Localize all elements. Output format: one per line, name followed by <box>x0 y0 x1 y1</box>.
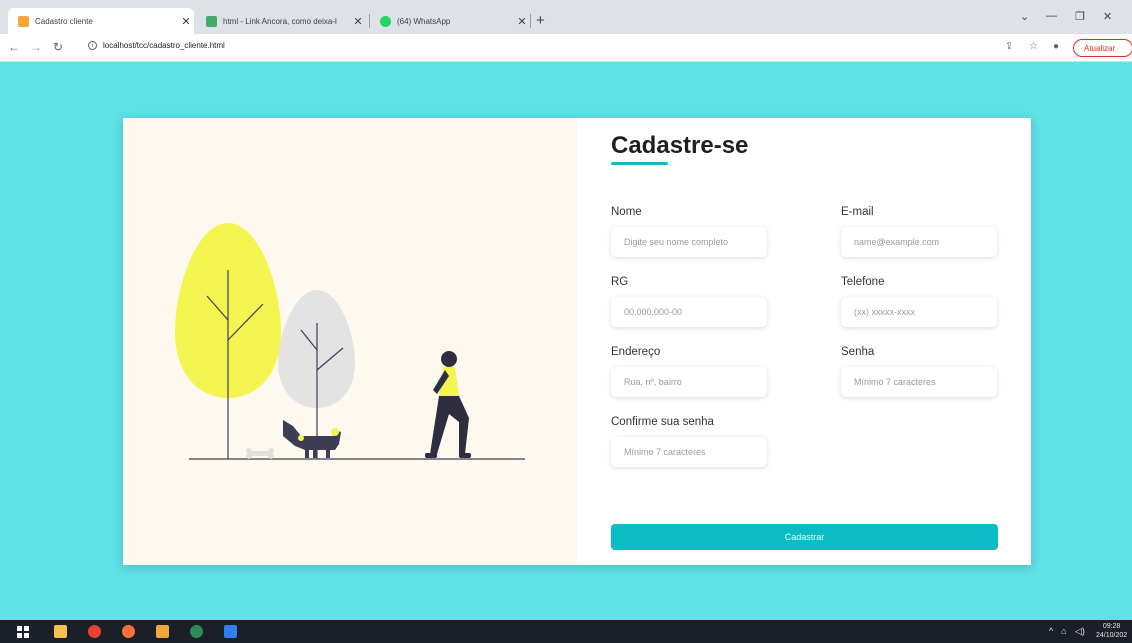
tab-separator <box>530 14 531 28</box>
heidisql-icon[interactable] <box>190 625 203 638</box>
tab-title: html - Link Ancora, como deixa-l <box>223 16 337 26</box>
senha-label: Senha <box>841 346 875 358</box>
url-text: localhost/tcc/cadastro_cliente.html <box>103 41 225 50</box>
share-icon[interactable]: ⇪ <box>1005 41 1013 52</box>
title-underline <box>611 162 668 165</box>
whatsapp-icon <box>380 15 391 27</box>
field-confirme-senha: Confirme sua senha <box>611 416 767 467</box>
info-icon[interactable]: i <box>88 41 97 50</box>
bookmark-star-icon[interactable]: ☆ <box>1029 41 1038 52</box>
endereco-label: Endereço <box>611 346 661 358</box>
signup-card: Cadastre-se Nome E-mail RG Telefone Ende… <box>123 118 1031 565</box>
field-senha: Senha <box>841 346 997 397</box>
email-label: E-mail <box>841 206 874 218</box>
field-email: E-mail <box>841 206 997 257</box>
update-label: Atualizar <box>1084 43 1116 53</box>
volume-icon[interactable]: ◁) <box>1075 626 1085 637</box>
tab-title: Cadastro cliente <box>35 16 93 26</box>
telefone-input[interactable] <box>841 297 997 327</box>
restore-icon[interactable]: ❐ <box>1075 10 1085 23</box>
nome-label: Nome <box>611 206 642 218</box>
tab-favicon-icon <box>206 15 217 27</box>
firefox-icon[interactable] <box>122 625 135 638</box>
xampp-icon[interactable] <box>156 625 169 638</box>
taskbar-clock[interactable]: 09:28 24/10/202 <box>1096 622 1127 640</box>
network-icon[interactable]: ⌂ <box>1061 626 1066 636</box>
field-telefone: Telefone <box>841 276 997 327</box>
url-field[interactable]: i localhost/tcc/cadastro_cliente.html <box>88 41 225 50</box>
tab-cadastro-cliente[interactable]: Cadastro cliente ✕ <box>8 8 194 34</box>
tab-search-chevron-icon[interactable]: ⌄ <box>1020 10 1029 23</box>
senha-input[interactable] <box>841 367 997 397</box>
close-window-icon[interactable]: ✕ <box>1103 10 1112 23</box>
profile-avatar-icon[interactable]: ● <box>1053 41 1059 52</box>
form-title: Cadastre-se <box>611 132 749 159</box>
email-input[interactable] <box>841 227 997 257</box>
clock-time: 09:28 <box>1102 623 1121 630</box>
field-rg: RG <box>611 276 767 327</box>
close-tab-icon[interactable]: ✕ <box>178 15 194 28</box>
rg-input[interactable] <box>611 297 767 327</box>
minimize-icon[interactable]: — <box>1046 10 1057 22</box>
rg-label: RG <box>611 276 629 288</box>
walking-dog-illustration <box>175 223 525 460</box>
new-tab-icon[interactable]: + <box>536 12 545 29</box>
reload-icon[interactable]: ↻ <box>53 40 63 54</box>
tray-chevron-icon[interactable]: ^ <box>1049 626 1053 636</box>
vscode-icon[interactable] <box>224 625 237 638</box>
windows-taskbar: ^ ⌂ ◁) 09:28 24/10/202 <box>0 620 1132 643</box>
endereco-input[interactable] <box>611 367 767 397</box>
tab-favicon-icon <box>18 15 29 27</box>
signup-form: Cadastre-se Nome E-mail RG Telefone Ende… <box>577 118 1031 565</box>
confirme-senha-input[interactable] <box>611 437 767 467</box>
clock-date: 24/10/202 <box>1096 632 1128 639</box>
tab-html-link-ancora[interactable]: html - Link Ancora, como deixa-l ✕ <box>196 8 366 34</box>
close-tab-icon[interactable]: ✕ <box>350 15 366 28</box>
browser-tab-bar: Cadastro cliente ✕ html - Link Ancora, c… <box>0 0 1132 34</box>
forward-icon[interactable]: → <box>30 40 42 54</box>
address-bar-row: ← → ↻ i localhost/tcc/cadastro_cliente.h… <box>0 34 1132 62</box>
tab-title: (64) WhatsApp <box>397 16 451 26</box>
confirme-senha-label: Confirme sua senha <box>611 416 714 428</box>
nome-input[interactable] <box>611 227 767 257</box>
field-nome: Nome <box>611 206 767 257</box>
back-icon[interactable]: ← <box>8 40 20 54</box>
cadastrar-button[interactable]: Cadastrar <box>611 524 998 550</box>
tab-whatsapp[interactable]: (64) WhatsApp ✕ <box>370 8 530 34</box>
close-tab-icon[interactable]: ✕ <box>514 15 530 28</box>
illustration-panel <box>123 118 577 565</box>
chrome-icon[interactable] <box>88 625 101 638</box>
file-explorer-icon[interactable] <box>54 625 67 638</box>
windows-start-icon[interactable] <box>17 625 29 638</box>
telefone-label: Telefone <box>841 276 885 288</box>
update-button[interactable]: Atualizar <box>1073 39 1132 57</box>
field-endereco: Endereço <box>611 346 767 397</box>
